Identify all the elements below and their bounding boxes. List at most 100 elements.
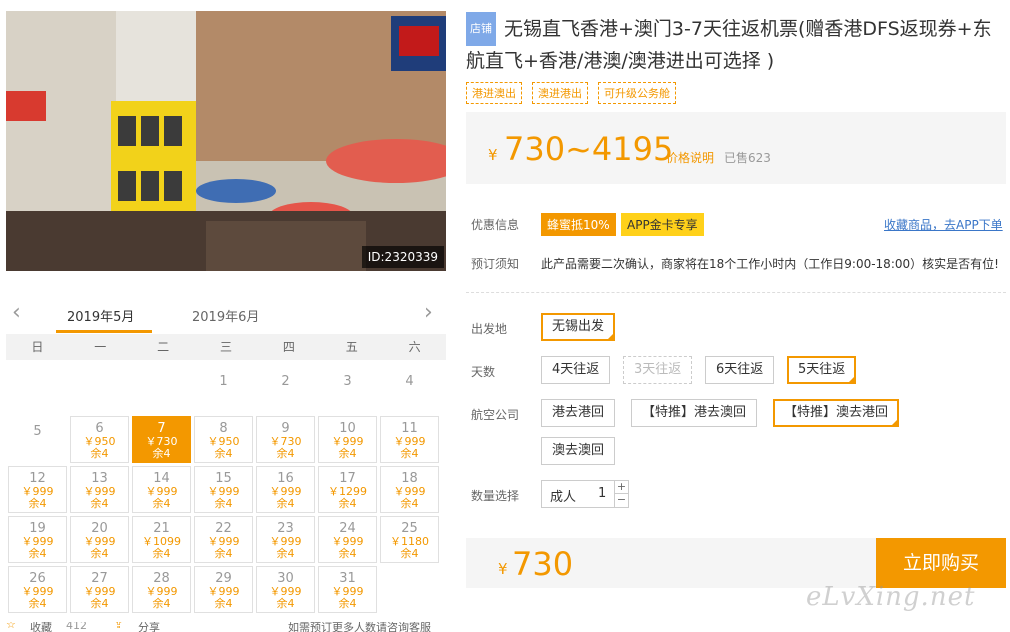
- calendar-day-25[interactable]: 25 ￥1180 余4: [380, 516, 439, 563]
- day-remaining: 余4: [28, 597, 47, 610]
- day-remaining: 余4: [338, 547, 357, 560]
- day-number: 22: [215, 521, 232, 536]
- calendar-day-empty: [8, 366, 67, 413]
- buy-now-button[interactable]: 立即购买: [876, 538, 1006, 588]
- quantity-stepper[interactable]: 成人 1 + −: [541, 480, 629, 508]
- day-remaining: 余4: [214, 497, 233, 510]
- active-month-underline: [56, 330, 152, 333]
- day-number: 6: [95, 421, 104, 436]
- calendar-day-4: 4: [380, 366, 439, 413]
- day-remaining: 余4: [276, 597, 295, 610]
- price-explain-link[interactable]: 价格说明: [666, 149, 714, 166]
- day-number: 13: [91, 471, 108, 486]
- day-number: 23: [277, 521, 294, 536]
- calendar-day-31[interactable]: 31 ￥999 余4: [318, 566, 377, 613]
- day-number: 27: [91, 571, 108, 586]
- quantity-minus-button[interactable]: −: [615, 494, 628, 507]
- next-month-chevron-icon[interactable]: ›: [424, 302, 433, 324]
- calendar-day-29[interactable]: 29 ￥999 余4: [194, 566, 253, 613]
- calendar-day-17[interactable]: 17 ￥1299 余4: [318, 466, 377, 513]
- calendar-day-11[interactable]: 11 ￥999 余4: [380, 416, 439, 463]
- calendar-day-12[interactable]: 12 ￥999 余4: [8, 466, 67, 513]
- calendar-day-10[interactable]: 10 ￥999 余4: [318, 416, 377, 463]
- airline-label: 航空公司: [471, 408, 520, 422]
- total-currency: ¥: [498, 560, 508, 578]
- product-photo: ID:2320339: [6, 11, 446, 271]
- bottom-actions: ☆ 收藏 412 ⇪ 分享 如需预订更多人数请咨询客服: [6, 622, 446, 632]
- calendar-day-21[interactable]: 21 ￥1099 余4: [132, 516, 191, 563]
- airline-option-hk-hk[interactable]: 港去港回: [541, 399, 616, 427]
- airline-option-hk-macau[interactable]: 【特推】港去澳回: [631, 399, 758, 427]
- calendar-day-18[interactable]: 18 ￥999 余4: [380, 466, 439, 513]
- days-option-6[interactable]: 6天往返: [705, 356, 775, 384]
- calendar-day-23[interactable]: 23 ￥999 余4: [256, 516, 315, 563]
- day-number: 14: [153, 471, 170, 486]
- calendar-day-13[interactable]: 13 ￥999 余4: [70, 466, 129, 513]
- day-number: 8: [219, 421, 228, 436]
- day-number: 2: [281, 374, 290, 389]
- day-number: 18: [401, 471, 418, 486]
- calendar-weekday-header: 日 一 二 三 四 五 六: [6, 334, 446, 360]
- consult-text[interactable]: 如需预订更多人数请咨询客服: [288, 622, 431, 632]
- collect-count: 412: [66, 622, 87, 632]
- day-number: 29: [215, 571, 232, 586]
- day-remaining: 余4: [214, 447, 233, 460]
- calendar-day-28[interactable]: 28 ￥999 余4: [132, 566, 191, 613]
- share-link[interactable]: 分享: [138, 622, 160, 632]
- calendar-day-6[interactable]: 6 ￥950 余4: [70, 416, 129, 463]
- day-remaining: 余4: [400, 447, 419, 460]
- day-number: 15: [215, 471, 232, 486]
- star-icon[interactable]: ☆: [6, 622, 16, 631]
- days-option-5[interactable]: 5天往返: [787, 356, 857, 384]
- day-remaining: 余4: [400, 547, 419, 560]
- day-number: 5: [33, 424, 42, 439]
- product-title-text: 无锡直飞香港+澳门3-7天往返机票(赠香港DFS返现券+东航直飞+香港/港澳/澳…: [466, 18, 992, 72]
- weekday-label: 三: [220, 340, 233, 354]
- days-option-3-disabled: 3天往返: [623, 356, 693, 384]
- departure-option-wuxi[interactable]: 无锡出发: [541, 313, 616, 341]
- calendar-day-30[interactable]: 30 ￥999 余4: [256, 566, 315, 613]
- weekday-label: 六: [408, 340, 421, 354]
- prev-month-chevron-icon[interactable]: ‹: [12, 302, 21, 324]
- quantity-buttons: + −: [614, 481, 628, 507]
- collect-link[interactable]: 收藏: [30, 622, 52, 632]
- total-price: 730: [512, 545, 574, 583]
- calendar-day-15[interactable]: 15 ￥999 余4: [194, 466, 253, 513]
- calendar-day-20[interactable]: 20 ￥999 余4: [70, 516, 129, 563]
- day-number: 19: [29, 521, 46, 536]
- calendar-day-26[interactable]: 26 ￥999 余4: [8, 566, 67, 613]
- day-number: 3: [343, 374, 352, 389]
- day-number: 7: [157, 421, 166, 436]
- share-icon[interactable]: ⇪: [114, 622, 123, 631]
- calendar-day-27[interactable]: 27 ￥999 余4: [70, 566, 129, 613]
- day-remaining: 余4: [400, 497, 419, 510]
- section-divider: [466, 292, 1006, 293]
- calendar-day-3: 3: [318, 366, 377, 413]
- weekday-label: 一: [94, 340, 107, 354]
- tab-month-may[interactable]: 2019年5月: [67, 306, 134, 325]
- calendar-day-19[interactable]: 19 ￥999 余4: [8, 516, 67, 563]
- promo-label: 优惠信息: [471, 218, 520, 232]
- favorite-app-link[interactable]: 收藏商品，去APP下单: [884, 216, 1003, 233]
- calendar-day-24[interactable]: 24 ￥999 余4: [318, 516, 377, 563]
- calendar-day-14[interactable]: 14 ￥999 余4: [132, 466, 191, 513]
- promo-badge-app-gold: APP金卡专享: [621, 213, 704, 236]
- tag-business-upgrade: 可升级公务舱: [598, 82, 676, 104]
- quantity-value[interactable]: 1: [598, 486, 606, 501]
- days-option-4[interactable]: 4天往返: [541, 356, 611, 384]
- image-id-badge: ID:2320339: [361, 246, 444, 268]
- calendar-day-7[interactable]: 7 ￥730 余4: [132, 416, 191, 463]
- calendar-day-9[interactable]: 9 ￥730 余4: [256, 416, 315, 463]
- weekday-label: 二: [157, 340, 170, 354]
- airline-option-macau-hk[interactable]: 【特推】澳去港回: [773, 399, 900, 427]
- day-remaining: 余4: [90, 497, 109, 510]
- tab-month-june[interactable]: 2019年6月: [192, 306, 259, 325]
- calendar-day-22[interactable]: 22 ￥999 余4: [194, 516, 253, 563]
- calendar: 日 一 二 三 四 五 六 1 2 3 4 5 6 ￥950 余4 7 ￥730 余4 8 ￥950 余4…: [6, 334, 446, 632]
- calendar-day-8[interactable]: 8 ￥950 余4: [194, 416, 253, 463]
- departure-label: 出发地: [471, 322, 508, 336]
- airline-option-macau-macau[interactable]: 澳去澳回: [541, 437, 616, 465]
- calendar-day-1: 1: [194, 366, 253, 413]
- calendar-day-5: 5: [8, 416, 67, 463]
- calendar-day-16[interactable]: 16 ￥999 余4: [256, 466, 315, 513]
